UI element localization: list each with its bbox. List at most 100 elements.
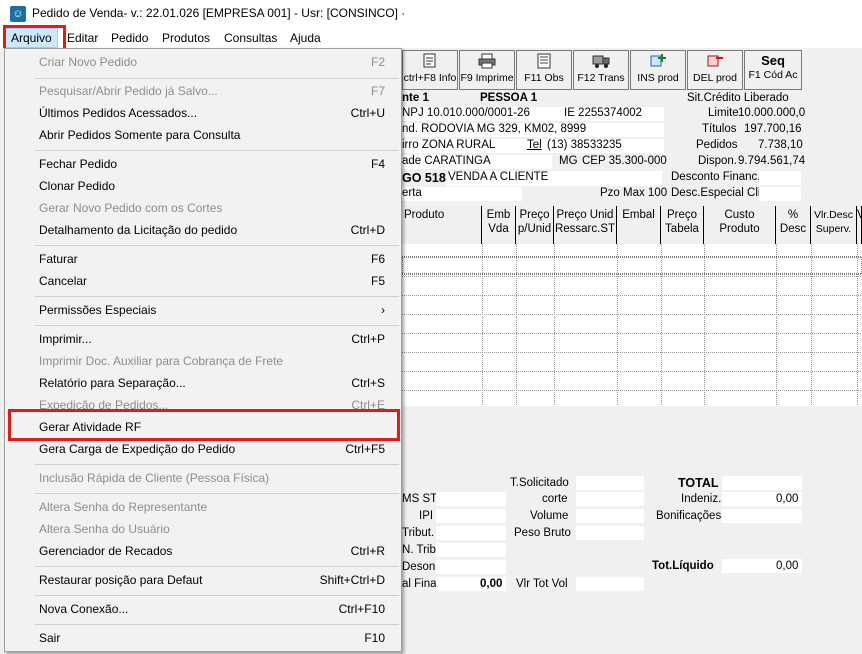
menu-item-detalhamento-licitacao[interactable]: Detalhamento da Licitação do pedido Ctrl+… [5, 219, 401, 241]
menu-item-criar-novo-pedido[interactable]: Criar Novo Pedido F2 [5, 51, 401, 73]
col-preco-ressarc[interactable]: Preço Unid Ressarc.ST [554, 206, 617, 244]
items-grid[interactable]: Produto Emb Vda Preço p/Unid Preço Unid … [402, 206, 862, 406]
corte-field[interactable] [576, 492, 644, 506]
title-bar: ☺ Pedido de Venda- v.: 22.01.026 [EMPRES… [0, 0, 862, 28]
menu-separator [35, 493, 399, 494]
dispon-value: 9.794.561,74 [738, 155, 806, 167]
final-label: al Final [402, 578, 440, 590]
tel-link[interactable]: Tel [527, 139, 542, 151]
seq-button[interactable]: Seq F1 Cód Ac [744, 50, 802, 90]
menu-item-cancelar[interactable]: Cancelar F5 [5, 270, 401, 292]
tel-value: (13) 38533235 [547, 139, 622, 151]
menu-separator [35, 566, 399, 567]
cep: CEP 35.300-000 [582, 155, 667, 167]
menu-item-fechar-pedido[interactable]: Fechar Pedido F4 [5, 153, 401, 175]
desc-financ-label: Desconto Financ. [671, 171, 761, 183]
limite-label: Limite [708, 107, 739, 119]
volume-field[interactable] [576, 509, 644, 523]
menu-item-permissoes-especiais[interactable]: Permissões Especiais › [5, 299, 401, 321]
titulos-value: 197.700,16 [744, 123, 802, 135]
col-embal[interactable]: Embal [617, 206, 661, 244]
titulos-label: Títulos [702, 123, 737, 135]
menu-item-relatorio-separacao[interactable]: Relatório para Separação... Ctrl+S [5, 372, 401, 394]
printer-icon [478, 53, 496, 69]
t-solicitado-field[interactable] [576, 476, 644, 490]
tribut-field[interactable] [436, 526, 506, 540]
menu-item-altera-senha-usuario[interactable]: Altera Senha do Usuário [5, 518, 401, 540]
menu-item-ultimos-pedidos[interactable]: Últimos Pedidos Acessados... Ctrl+U [5, 102, 401, 124]
cliente-nome: PESSOA 1 [480, 92, 538, 104]
menu-item-imprimir-doc-auxiliar[interactable]: Imprimir Doc. Auxiliar para Cobrança de … [5, 350, 401, 372]
menu-item-inclusao-rapida-cliente[interactable]: Inclusão Rápida de Cliente (Pessoa Físic… [5, 467, 401, 489]
app-icon: ☺ [10, 6, 26, 22]
col-preco-tabela[interactable]: Preço Tabela [661, 206, 704, 244]
menu-item-pesquisar-pedido[interactable]: Pesquisar/Abrir Pedido já Salvo... F7 [5, 80, 401, 102]
menu-consultas[interactable]: Consultas [219, 28, 282, 48]
limite-value: 10.000.000,0 [738, 107, 806, 119]
menu-item-sair[interactable]: Sair F10 [5, 627, 401, 649]
order-header: nte 1 PESSOA 1 Sit.Crédito Liberado NPJ … [402, 92, 862, 206]
menu-item-abrir-somente-consulta[interactable]: Abrir Pedidos Somente para Consulta [5, 124, 401, 146]
col-preco-unid[interactable]: Preço p/Unid [516, 206, 554, 244]
menu-item-altera-senha-representante[interactable]: Altera Senha do Representante [5, 496, 401, 518]
tribut-label: Tribut. [402, 527, 435, 539]
ipi-field[interactable] [436, 509, 506, 523]
desc-especial-box [759, 187, 801, 201]
peso-bruto-label: Peso Bruto [514, 527, 571, 539]
menu-item-nova-conexao[interactable]: Nova Conexão... Ctrl+F10 [5, 598, 401, 620]
trans-label: F12 Trans [577, 72, 625, 84]
insert-product-icon [650, 54, 666, 67]
arquivo-dropdown-menu: Criar Novo Pedido F2 Pesquisar/Abrir Pedi… [4, 48, 402, 652]
menu-ajuda[interactable]: Ajuda [285, 28, 326, 48]
info-button[interactable]: ctrl+F8 Info [402, 50, 458, 90]
peso-bruto-field[interactable] [576, 526, 644, 540]
delete-product-icon [707, 55, 723, 67]
operacao-desc: VENDA A CLIENTE [448, 171, 549, 183]
trans-button[interactable]: F12 Trans [573, 50, 629, 90]
menu-separator [35, 624, 399, 625]
delete-product-label: DEL prod [693, 72, 737, 84]
window-title: Pedido de Venda- v.: 22.01.026 [EMPRESA … [32, 6, 406, 20]
aberta: erta [402, 187, 422, 199]
ms-st-field[interactable] [436, 492, 506, 506]
vlr-tot-vol-field[interactable] [576, 577, 644, 591]
cidade: ade CARATINGA [402, 155, 491, 167]
menu-pedido[interactable]: Pedido [106, 28, 153, 48]
menu-item-imprimir[interactable]: Imprimir... Ctrl+P [5, 328, 401, 350]
total-label: TOTAL [678, 476, 719, 490]
vlr-tot-vol-label: Vlr Tot Vol [516, 578, 568, 590]
bonificacoes-field [722, 509, 802, 523]
menu-item-gera-carga-expedicao[interactable]: Gera Carga de Expedição do Pedido Ctrl+F5 [5, 438, 401, 460]
col-desc[interactable]: % Desc [776, 206, 811, 244]
menu-separator [35, 150, 399, 151]
menu-item-restaurar-posicao[interactable]: Restaurar posição para Defaut Shift+Ctrl+… [5, 569, 401, 591]
insert-product-button[interactable]: INS prod [630, 50, 686, 90]
menu-item-faturar[interactable]: Faturar F6 [5, 248, 401, 270]
menu-produtos[interactable]: Produtos [157, 28, 215, 48]
print-label: F9 Imprime [460, 72, 514, 84]
ie: IE 2255374002 [564, 107, 643, 119]
menu-item-gerenciador-recados[interactable]: Gerenciador de Recados Ctrl+R [5, 540, 401, 562]
menu-editar[interactable]: Editar [62, 28, 103, 48]
submenu-arrow-icon: › [381, 303, 385, 317]
delete-product-button[interactable]: DEL prod [687, 50, 743, 90]
col-custo-produto[interactable]: Custo Produto [704, 206, 776, 244]
seq-title: Seq [761, 53, 785, 68]
note-icon [537, 53, 551, 69]
bonificacoes-label: Bonificações [656, 510, 722, 522]
deson-field[interactable] [436, 560, 506, 574]
cnpj: NPJ 10.010.000/0001-26 [402, 107, 530, 119]
col-produto[interactable]: Produto [402, 206, 482, 244]
col-emb-vda[interactable]: Emb Vda [482, 206, 516, 244]
obs-button[interactable]: F11 Obs [516, 50, 572, 90]
menu-item-clonar-pedido[interactable]: Clonar Pedido [5, 175, 401, 197]
cliente-label: nte 1 [402, 92, 429, 104]
col-v[interactable]: V [857, 206, 862, 244]
col-vlr-desc[interactable]: Vlr.Desc Superv. [811, 206, 857, 244]
dispon-label: Dispon. [698, 155, 737, 167]
print-button[interactable]: F9 Imprime [459, 50, 515, 90]
n-trib-field[interactable] [436, 543, 506, 557]
menu-item-gerar-novo-pedido-cortes[interactable]: Gerar Novo Pedido com os Cortes [5, 197, 401, 219]
credito-status: Sit.Crédito Liberado [687, 92, 789, 104]
tot-liquido-value: 0,00 [776, 560, 799, 572]
